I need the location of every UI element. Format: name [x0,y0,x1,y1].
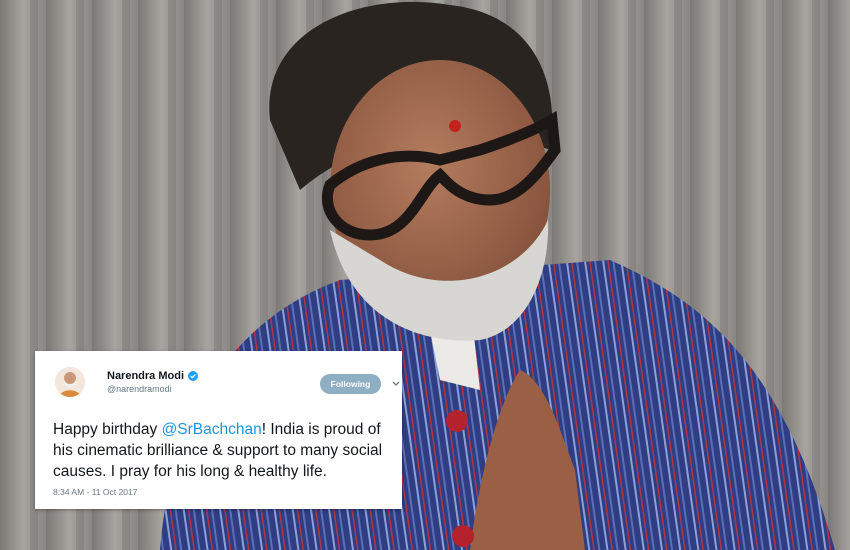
tweet-timestamp[interactable]: 8:34 AM - 11 Oct 2017 [53,487,384,497]
mention-link[interactable]: @SrBachchan [162,421,262,438]
tweet-text-intro: Happy birthday [53,421,162,438]
author-name[interactable]: Narendra Modi [107,370,184,382]
following-button[interactable]: Following [320,374,381,394]
jacket-button-lower [452,525,474,547]
author-name-row: Narendra Modi [107,370,199,382]
avatar[interactable] [55,367,85,397]
tilak-mark [449,120,461,132]
author-handle[interactable]: @narendramodi [107,384,198,394]
verified-icon [188,371,199,381]
avatar-image [55,367,85,397]
tweet-header: Narendra Modi @narendramodi Following [53,365,400,403]
jacket-button [446,410,468,432]
tweet-text: Happy birthday @SrBachchan! India is pro… [53,419,384,482]
tweet-card: Narendra Modi @narendramodi Following Ha… [35,351,402,509]
chevron-down-icon[interactable] [391,380,401,388]
author[interactable]: Narendra Modi @narendramodi [107,370,199,394]
